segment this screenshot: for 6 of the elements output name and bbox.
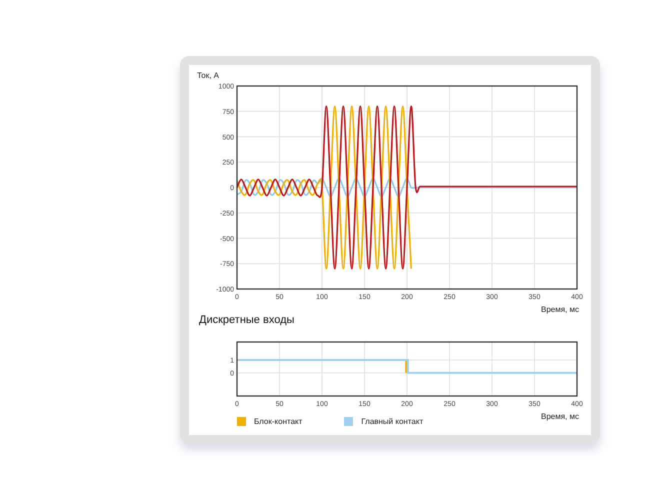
legend-label: Блок-контакт: [254, 417, 302, 426]
legend-label: Главный контакт: [361, 417, 424, 426]
section-title: Дискретные входы: [199, 314, 296, 326]
axis-title: Время, мс: [540, 412, 579, 421]
axis-title: Ток, А: [197, 71, 219, 80]
axis-title: Время, мс: [540, 305, 579, 314]
